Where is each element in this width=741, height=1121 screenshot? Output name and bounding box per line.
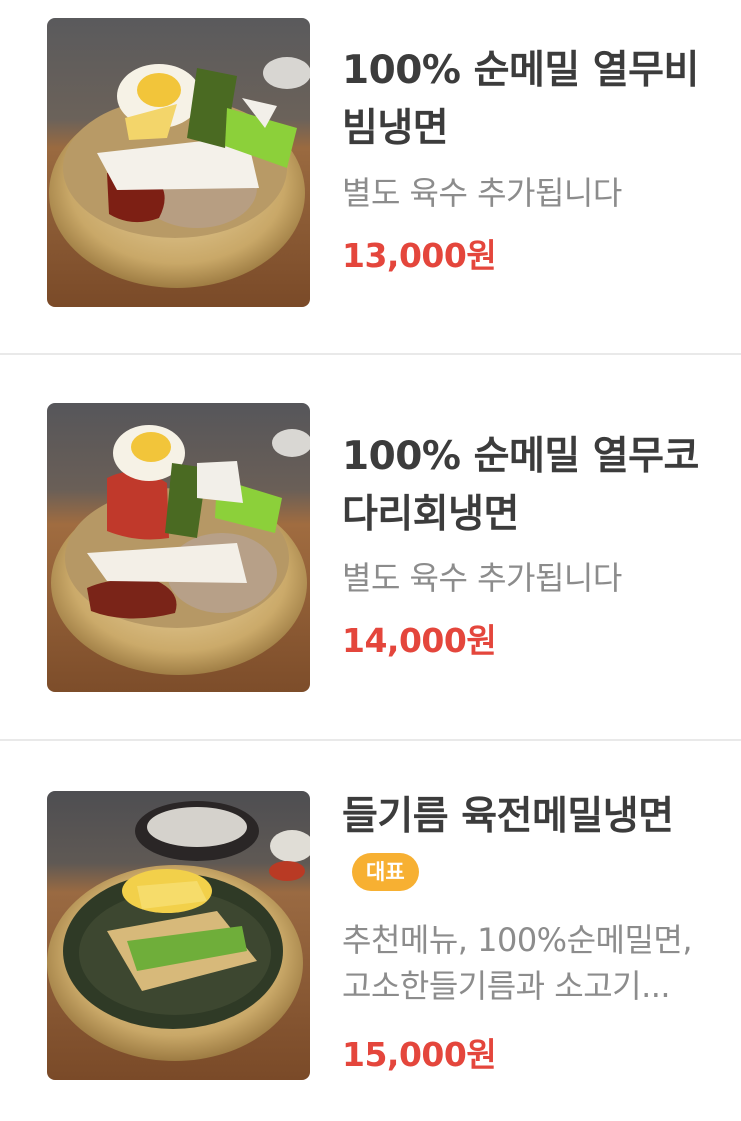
menu-item-price: 13,000원	[342, 236, 497, 275]
menu-item-description: 별도 육수 추가됩니다	[342, 170, 712, 216]
menu-item-photo[interactable]	[47, 18, 310, 307]
menu-item-price: 15,000원	[342, 1035, 497, 1074]
menu-item-photo[interactable]	[47, 791, 310, 1080]
menu-item-price: 14,000원	[342, 621, 497, 660]
menu-item-perilla-naengmyeon[interactable]: 들기름 육전메밀냉면 대표 추천메뉴, 100%순메밀면, 고소한들기름과 소고…	[0, 741, 741, 1121]
menu-item-bibim-naengmyeon[interactable]: 100% 순메밀 열무비 빔냉면 별도 육수 추가됩니다 13,000원	[0, 0, 741, 355]
signature-badge: 대표	[352, 853, 419, 891]
title-line: 빔냉면	[342, 106, 449, 151]
bibim-naengmyeon-photo	[47, 18, 310, 307]
menu-item-title: 100% 순메밀 열무비 빔냉면	[342, 42, 712, 158]
description-line: 별도 육수 추가됩니다	[342, 559, 622, 597]
description-line: 추천메뉴, 100%순메밀면,	[342, 921, 693, 959]
description-line: 고소한들기름과 소고기...	[342, 967, 671, 1005]
title-line: 100% 순메밀 열무비	[342, 48, 699, 93]
description-line: 별도 육수 추가됩니다	[342, 174, 622, 212]
perilla-oil-naengmyeon-photo	[47, 791, 310, 1080]
title-line: 들기름 육전메밀냉면	[342, 794, 674, 839]
menu-item-description: 추천메뉴, 100%순메밀면, 고소한들기름과 소고기...	[342, 917, 712, 1009]
menu-item-title: 100% 순메밀 열무코 다리회냉면	[342, 428, 712, 544]
title-line: 다리회냉면	[342, 492, 519, 537]
menu-item-hoe-naengmyeon[interactable]: 100% 순메밀 열무코 다리회냉면 별도 육수 추가됩니다 14,000원	[0, 355, 741, 741]
menu-item-title: 들기름 육전메밀냉면	[342, 788, 712, 846]
hoe-naengmyeon-photo	[47, 403, 310, 692]
menu-item-description: 별도 육수 추가됩니다	[342, 555, 712, 601]
title-line: 100% 순메밀 열무코	[342, 434, 699, 479]
menu-item-photo[interactable]	[47, 403, 310, 692]
